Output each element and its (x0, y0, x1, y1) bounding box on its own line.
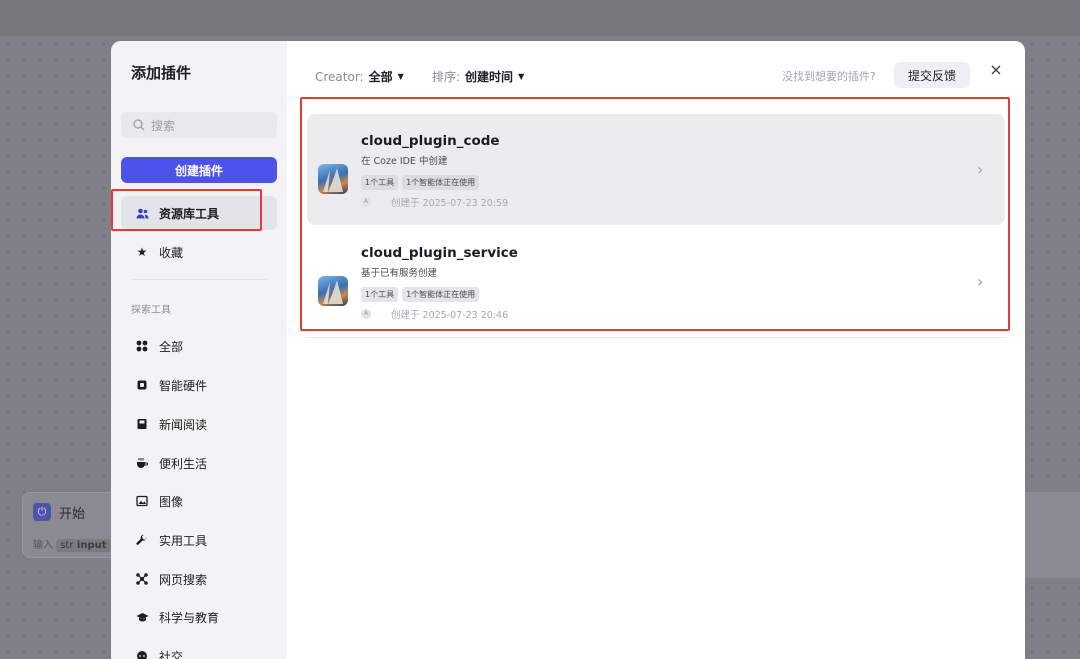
highlight-box-plugin-list (300, 97, 1010, 331)
category-label: 实用工具 (159, 533, 208, 548)
start-node-input-name: input (76, 540, 107, 551)
image-icon (134, 493, 150, 509)
category-utilities[interactable]: 实用工具 (121, 523, 277, 557)
book-icon (134, 416, 150, 432)
network-icon (134, 571, 150, 587)
close-icon[interactable]: × (987, 61, 1005, 79)
graduation-cap-icon (134, 609, 150, 625)
category-label: 网页搜索 (159, 572, 208, 587)
explore-tools-label: 探索工具 (131, 305, 171, 316)
category-label: 图像 (159, 494, 184, 509)
start-node-input-param: str input (56, 539, 111, 552)
category-social[interactable]: 社交 (121, 639, 277, 659)
category-label: 新闻阅读 (159, 417, 208, 432)
category-label: 社交 (159, 649, 184, 659)
canvas-top-bar (0, 0, 1080, 36)
list-divider (307, 337, 1005, 338)
creator-filter-value: 全部 (368, 70, 393, 84)
category-web-search[interactable]: 网页搜索 (121, 562, 277, 596)
search-placeholder: 搜索 (151, 118, 176, 133)
category-all[interactable]: 全部 (121, 329, 277, 363)
category-smart-hardware[interactable]: 智能硬件 (121, 368, 277, 402)
sidebar-divider (131, 279, 267, 280)
sort-filter[interactable]: 排序: 创建时间 ▼ (432, 68, 524, 85)
category-science-education[interactable]: 科学与教育 (121, 600, 277, 634)
nav-item-label: 收藏 (159, 245, 184, 260)
sort-filter-value: 创建时间 (465, 70, 514, 84)
start-node-title: 开始 (59, 507, 86, 522)
modal-title: 添加插件 (131, 64, 192, 82)
create-plugin-button[interactable]: 创建插件 (121, 157, 277, 183)
category-label: 科学与教育 (159, 610, 220, 625)
star-icon: ★ (136, 245, 148, 259)
sort-filter-label: 排序: (432, 70, 461, 84)
nav-item-favorites[interactable]: ★ 收藏 (121, 235, 277, 269)
category-news-reading[interactable]: 新闻阅读 (121, 407, 277, 441)
category-label: 便利生活 (159, 456, 208, 471)
chat-icon (134, 648, 150, 659)
cup-icon (134, 455, 150, 471)
highlight-box-library-tools (111, 189, 262, 231)
caret-down-icon: ▼ (518, 72, 525, 81)
category-label: 智能硬件 (159, 378, 208, 393)
modal-sidebar: 添加插件 搜索 创建插件 资源库工具 ★ 收藏 探索工具 全部 智能硬件 新闻阅… (111, 41, 287, 659)
search-input[interactable]: 搜索 (121, 112, 277, 138)
start-node-input-prefix: 输入 (33, 540, 53, 551)
grid-icon (134, 338, 150, 354)
chip-icon (134, 377, 150, 393)
wrench-icon (134, 532, 150, 548)
not-found-text: 没找到想要的插件? (782, 70, 876, 83)
start-node-inputs: 输入 str input (33, 536, 111, 552)
submit-feedback-button[interactable]: 提交反馈 (894, 62, 970, 88)
caret-down-icon: ▼ (397, 72, 404, 81)
creator-filter[interactable]: Creator: 全部 ▼ (315, 68, 404, 85)
category-convenient-life[interactable]: 便利生活 (121, 446, 277, 480)
start-node-icon: ⏻ (33, 503, 51, 521)
start-node-input-type: str (60, 540, 74, 551)
creator-filter-label: Creator: (315, 69, 364, 84)
search-icon (133, 119, 145, 131)
category-label: 全部 (159, 339, 184, 354)
category-image[interactable]: 图像 (121, 484, 277, 518)
